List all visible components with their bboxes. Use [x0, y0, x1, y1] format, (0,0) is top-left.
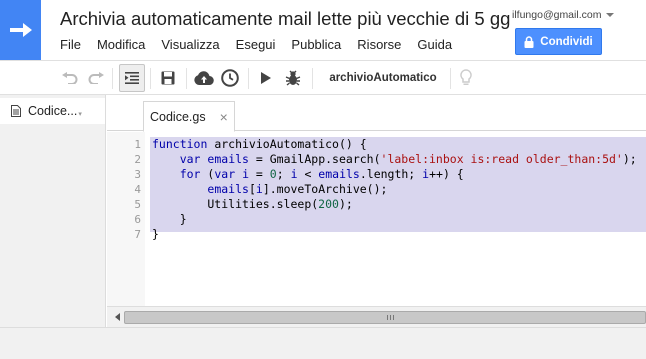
- project-title[interactable]: Archivia automaticamente mail lette più …: [60, 8, 510, 30]
- line-number-gutter: 1 2 3 4 5 6 7: [107, 132, 145, 306]
- tab-codice-gs[interactable]: Codice.gs ×: [143, 101, 235, 132]
- cloud-publish-icon[interactable]: [193, 64, 215, 92]
- save-icon[interactable]: [156, 64, 180, 92]
- file-item-codice[interactable]: Codice... ▾: [0, 98, 105, 124]
- code-editor[interactable]: 1 2 3 4 5 6 7 function archivioAutomatic…: [107, 132, 646, 306]
- line-number: 7: [134, 228, 141, 241]
- line-number: 3: [134, 168, 141, 181]
- code-line[interactable]: for (var i = 0; i < emails.length; i++) …: [152, 167, 637, 182]
- toolbar: archivioAutomatico: [0, 60, 646, 95]
- close-icon[interactable]: ×: [220, 109, 228, 125]
- lightbulb-icon[interactable]: [456, 64, 476, 92]
- toolbar-divider: [248, 68, 249, 89]
- file-item-label: Codice...: [28, 104, 78, 118]
- code-content[interactable]: function archivioAutomatico() { var emai…: [152, 137, 637, 242]
- account-switcher[interactable]: ilfungo@gmail.com: [512, 9, 615, 21]
- code-line[interactable]: var emails = GmailApp.search('label:inbo…: [152, 152, 637, 167]
- code-line[interactable]: }: [152, 227, 637, 242]
- chevron-down-icon[interactable]: ▾: [78, 110, 82, 118]
- line-number: 4: [134, 183, 141, 196]
- redo-icon[interactable]: [84, 64, 108, 92]
- menu-risorse[interactable]: Risorse: [357, 37, 401, 52]
- arrow-right-icon: [9, 23, 32, 37]
- chevron-down-icon: [606, 13, 615, 17]
- line-number: 2: [134, 153, 141, 166]
- undo-icon[interactable]: [58, 64, 82, 92]
- line-number: 1: [134, 138, 141, 151]
- menu-pubblica[interactable]: Pubblica: [291, 37, 341, 52]
- menu-guida[interactable]: Guida: [417, 37, 452, 52]
- scrollbar-thumb[interactable]: [124, 311, 646, 324]
- account-email: ilfungo@gmail.com: [512, 9, 602, 21]
- function-select-value: archivioAutomatico: [329, 72, 437, 84]
- share-button-label: Condividi: [540, 35, 593, 48]
- lock-icon: [524, 35, 534, 48]
- scroll-left-arrow-icon[interactable]: [115, 313, 120, 321]
- menu-modifica[interactable]: Modifica: [97, 37, 145, 52]
- run-icon[interactable]: [255, 64, 277, 92]
- apps-script-logo[interactable]: [0, 0, 41, 60]
- script-editor-window: Archivia automaticamente mail lette più …: [0, 0, 646, 359]
- toolbar-divider: [112, 68, 113, 89]
- editor-tab-bar: Codice.gs ×: [107, 95, 646, 132]
- share-button[interactable]: Condividi: [515, 28, 602, 55]
- menu-visualizza[interactable]: Visualizza: [161, 37, 219, 52]
- file-icon: [11, 105, 21, 117]
- toolbar-divider: [312, 68, 313, 89]
- footer-bar: [0, 327, 646, 359]
- line-number: 6: [134, 213, 141, 226]
- grip-icon: [387, 315, 394, 320]
- menu-esegui[interactable]: Esegui: [236, 37, 276, 52]
- code-line[interactable]: }: [152, 212, 637, 227]
- horizontal-scrollbar[interactable]: [107, 306, 646, 327]
- indent-icon[interactable]: [119, 64, 145, 92]
- toolbar-divider: [186, 68, 187, 89]
- function-select[interactable]: archivioAutomatico: [320, 64, 446, 92]
- code-line[interactable]: function archivioAutomatico() {: [152, 137, 637, 152]
- menu-bar: File Modifica Visualizza Esegui Pubblica…: [60, 37, 468, 52]
- clock-trigger-icon[interactable]: [219, 64, 241, 92]
- file-list-sidebar: Codice... ▾: [0, 95, 106, 327]
- toolbar-divider: [450, 68, 451, 89]
- code-line[interactable]: Utilities.sleep(200);: [152, 197, 637, 212]
- toolbar-divider: [150, 68, 151, 89]
- code-line[interactable]: emails[i].moveToArchive();: [152, 182, 637, 197]
- menu-file[interactable]: File: [60, 37, 81, 52]
- tab-label: Codice.gs: [150, 109, 206, 124]
- debug-bug-icon[interactable]: [282, 64, 304, 92]
- line-number: 5: [134, 198, 141, 211]
